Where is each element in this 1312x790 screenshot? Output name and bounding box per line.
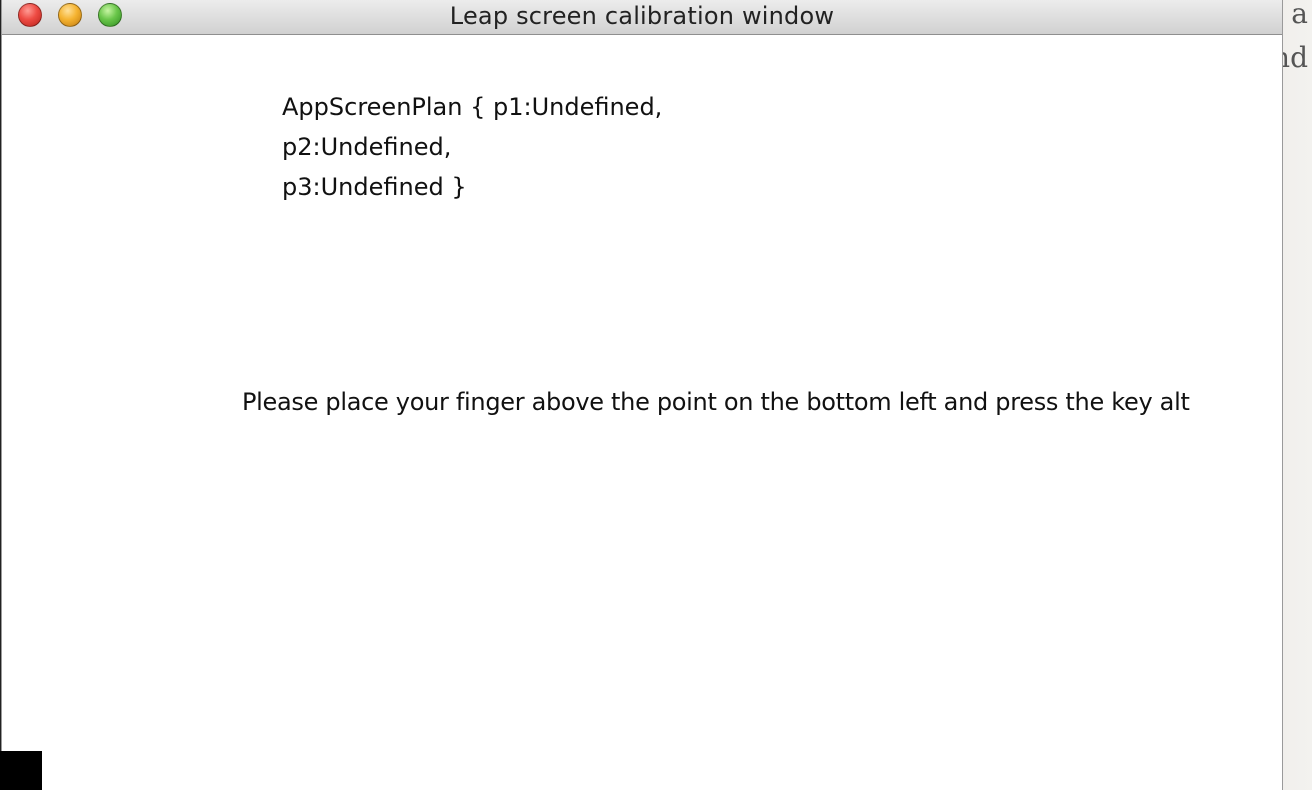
calibration-window: Leap screen calibration window AppScreen… (0, 0, 1282, 790)
screen-plan-line-p2: p2:Undefined, (282, 133, 452, 161)
calibration-canvas[interactable]: AppScreenPlan { p1:Undefined, p2:Undefin… (0, 35, 1282, 790)
window-titlebar[interactable]: Leap screen calibration window (2, 0, 1282, 35)
screen-plan-line-p3: p3:Undefined } (282, 173, 467, 201)
window-title: Leap screen calibration window (449, 2, 835, 30)
calibration-instruction: Please place your finger above the point… (242, 388, 1190, 416)
screen-plan-status: AppScreenPlan { p1:Undefined, p2:Undefin… (282, 87, 662, 207)
screen-plan-line-p1: AppScreenPlan { p1:Undefined, (282, 93, 663, 121)
calibration-target-point (0, 751, 42, 790)
desktop: a nd Leap screen calibration window AppS… (0, 0, 1312, 790)
